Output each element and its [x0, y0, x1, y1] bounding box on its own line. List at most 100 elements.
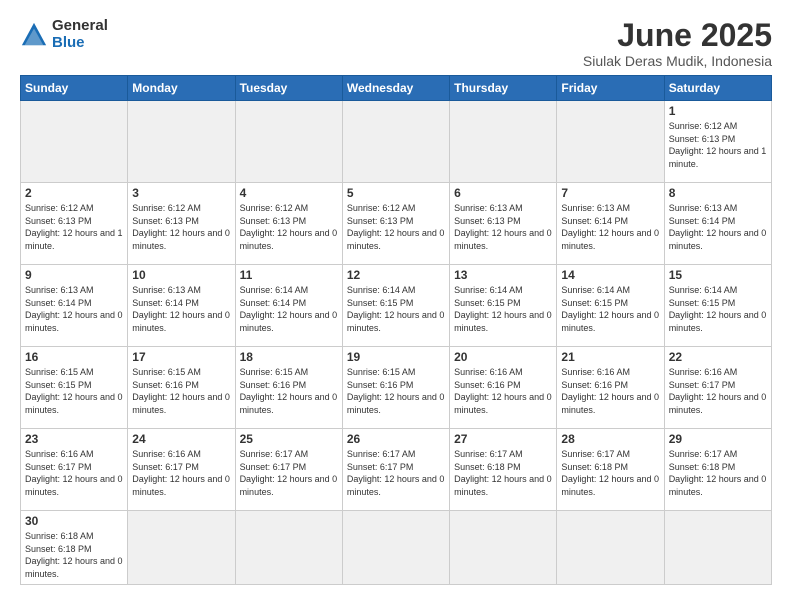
calendar-cell: 10 Sunrise: 6:13 AM Sunset: 6:14 PM Dayl…: [128, 265, 235, 347]
daylight-label: Daylight: 12 hours and 1 minute.: [669, 146, 767, 169]
day-info: Sunrise: 6:14 AM Sunset: 6:15 PM Dayligh…: [454, 284, 552, 334]
calendar-cell: 18 Sunrise: 6:15 AM Sunset: 6:16 PM Dayl…: [235, 347, 342, 429]
calendar-cell: [342, 101, 449, 183]
calendar-cell: [557, 511, 664, 584]
calendar-cell: 2 Sunrise: 6:12 AM Sunset: 6:13 PM Dayli…: [21, 183, 128, 265]
calendar-cell: 21 Sunrise: 6:16 AM Sunset: 6:16 PM Dayl…: [557, 347, 664, 429]
daylight-label: Daylight: 12 hours and 0 minutes.: [240, 392, 338, 415]
day-number: 6: [454, 186, 552, 200]
sunset-label: Sunset: 6:15 PM: [454, 298, 521, 308]
day-info: Sunrise: 6:12 AM Sunset: 6:13 PM Dayligh…: [132, 202, 230, 252]
day-info: Sunrise: 6:15 AM Sunset: 6:16 PM Dayligh…: [240, 366, 338, 416]
sunset-label: Sunset: 6:14 PM: [561, 216, 628, 226]
logo-icon: [20, 21, 48, 49]
sunset-label: Sunset: 6:13 PM: [347, 216, 414, 226]
day-number: 2: [25, 186, 123, 200]
day-info: Sunrise: 6:13 AM Sunset: 6:14 PM Dayligh…: [561, 202, 659, 252]
calendar-cell: 29 Sunrise: 6:17 AM Sunset: 6:18 PM Dayl…: [664, 429, 771, 511]
sunset-label: Sunset: 6:18 PM: [561, 462, 628, 472]
daylight-label: Daylight: 12 hours and 0 minutes.: [347, 228, 445, 251]
calendar-cell: [235, 101, 342, 183]
daylight-label: Daylight: 12 hours and 0 minutes.: [561, 310, 659, 333]
sunrise-label: Sunrise: 6:13 AM: [454, 203, 523, 213]
day-info: Sunrise: 6:15 AM Sunset: 6:16 PM Dayligh…: [132, 366, 230, 416]
daylight-label: Daylight: 12 hours and 0 minutes.: [454, 392, 552, 415]
sunrise-label: Sunrise: 6:13 AM: [25, 285, 94, 295]
sunset-label: Sunset: 6:16 PM: [240, 380, 307, 390]
daylight-label: Daylight: 12 hours and 0 minutes.: [132, 310, 230, 333]
calendar-cell: 17 Sunrise: 6:15 AM Sunset: 6:16 PM Dayl…: [128, 347, 235, 429]
sunset-label: Sunset: 6:14 PM: [25, 298, 92, 308]
calendar-cell: 19 Sunrise: 6:15 AM Sunset: 6:16 PM Dayl…: [342, 347, 449, 429]
sunrise-label: Sunrise: 6:12 AM: [132, 203, 201, 213]
day-number: 21: [561, 350, 659, 364]
day-number: 20: [454, 350, 552, 364]
daylight-label: Daylight: 12 hours and 0 minutes.: [669, 474, 767, 497]
calendar-cell: 7 Sunrise: 6:13 AM Sunset: 6:14 PM Dayli…: [557, 183, 664, 265]
sunrise-label: Sunrise: 6:12 AM: [669, 121, 738, 131]
day-info: Sunrise: 6:15 AM Sunset: 6:16 PM Dayligh…: [347, 366, 445, 416]
day-number: 15: [669, 268, 767, 282]
day-number: 28: [561, 432, 659, 446]
sunrise-label: Sunrise: 6:17 AM: [669, 449, 738, 459]
daylight-label: Daylight: 12 hours and 0 minutes.: [669, 392, 767, 415]
day-number: 10: [132, 268, 230, 282]
daylight-label: Daylight: 12 hours and 0 minutes.: [25, 310, 123, 333]
day-info: Sunrise: 6:12 AM Sunset: 6:13 PM Dayligh…: [347, 202, 445, 252]
sunset-label: Sunset: 6:16 PM: [561, 380, 628, 390]
day-number: 29: [669, 432, 767, 446]
calendar-cell: 26 Sunrise: 6:17 AM Sunset: 6:17 PM Dayl…: [342, 429, 449, 511]
day-number: 18: [240, 350, 338, 364]
day-info: Sunrise: 6:14 AM Sunset: 6:14 PM Dayligh…: [240, 284, 338, 334]
daylight-label: Daylight: 12 hours and 0 minutes.: [132, 228, 230, 251]
col-monday: Monday: [128, 76, 235, 101]
sunrise-label: Sunrise: 6:14 AM: [454, 285, 523, 295]
daylight-label: Daylight: 12 hours and 0 minutes.: [669, 310, 767, 333]
sunset-label: Sunset: 6:13 PM: [669, 134, 736, 144]
day-info: Sunrise: 6:17 AM Sunset: 6:18 PM Dayligh…: [561, 448, 659, 498]
sunrise-label: Sunrise: 6:15 AM: [347, 367, 416, 377]
sunrise-label: Sunrise: 6:17 AM: [240, 449, 309, 459]
day-info: Sunrise: 6:17 AM Sunset: 6:18 PM Dayligh…: [669, 448, 767, 498]
logo: General Blue: [20, 18, 108, 51]
daylight-label: Daylight: 12 hours and 0 minutes.: [25, 556, 123, 579]
daylight-label: Daylight: 12 hours and 0 minutes.: [240, 474, 338, 497]
daylight-label: Daylight: 12 hours and 0 minutes.: [240, 310, 338, 333]
sunset-label: Sunset: 6:15 PM: [25, 380, 92, 390]
calendar-cell: 3 Sunrise: 6:12 AM Sunset: 6:13 PM Dayli…: [128, 183, 235, 265]
day-info: Sunrise: 6:15 AM Sunset: 6:15 PM Dayligh…: [25, 366, 123, 416]
daylight-label: Daylight: 12 hours and 0 minutes.: [347, 474, 445, 497]
daylight-label: Daylight: 12 hours and 0 minutes.: [347, 392, 445, 415]
page: General Blue June 2025 Siulak Deras Mudi…: [0, 0, 792, 612]
sunset-label: Sunset: 6:15 PM: [669, 298, 736, 308]
sunset-label: Sunset: 6:16 PM: [347, 380, 414, 390]
sunrise-label: Sunrise: 6:16 AM: [454, 367, 523, 377]
day-number: 30: [25, 514, 123, 528]
header: General Blue June 2025 Siulak Deras Mudi…: [20, 18, 772, 69]
sunset-label: Sunset: 6:14 PM: [240, 298, 307, 308]
day-info: Sunrise: 6:16 AM Sunset: 6:17 PM Dayligh…: [132, 448, 230, 498]
sunset-label: Sunset: 6:15 PM: [561, 298, 628, 308]
day-number: 7: [561, 186, 659, 200]
day-number: 26: [347, 432, 445, 446]
calendar-cell: 13 Sunrise: 6:14 AM Sunset: 6:15 PM Dayl…: [450, 265, 557, 347]
daylight-label: Daylight: 12 hours and 0 minutes.: [561, 392, 659, 415]
calendar-cell: 1 Sunrise: 6:12 AM Sunset: 6:13 PM Dayli…: [664, 101, 771, 183]
calendar-cell: [21, 101, 128, 183]
day-info: Sunrise: 6:13 AM Sunset: 6:14 PM Dayligh…: [25, 284, 123, 334]
sunrise-label: Sunrise: 6:16 AM: [25, 449, 94, 459]
calendar-cell: 5 Sunrise: 6:12 AM Sunset: 6:13 PM Dayli…: [342, 183, 449, 265]
day-info: Sunrise: 6:18 AM Sunset: 6:18 PM Dayligh…: [25, 530, 123, 580]
calendar-cell: 30 Sunrise: 6:18 AM Sunset: 6:18 PM Dayl…: [21, 511, 128, 584]
calendar-cell: 28 Sunrise: 6:17 AM Sunset: 6:18 PM Dayl…: [557, 429, 664, 511]
daylight-label: Daylight: 12 hours and 0 minutes.: [25, 392, 123, 415]
logo-blue: Blue: [52, 35, 108, 52]
sunrise-label: Sunrise: 6:14 AM: [240, 285, 309, 295]
sunrise-label: Sunrise: 6:13 AM: [561, 203, 630, 213]
day-number: 27: [454, 432, 552, 446]
sunrise-label: Sunrise: 6:15 AM: [25, 367, 94, 377]
day-info: Sunrise: 6:13 AM Sunset: 6:13 PM Dayligh…: [454, 202, 552, 252]
sunrise-label: Sunrise: 6:12 AM: [25, 203, 94, 213]
daylight-label: Daylight: 12 hours and 0 minutes.: [454, 474, 552, 497]
day-number: 1: [669, 104, 767, 118]
